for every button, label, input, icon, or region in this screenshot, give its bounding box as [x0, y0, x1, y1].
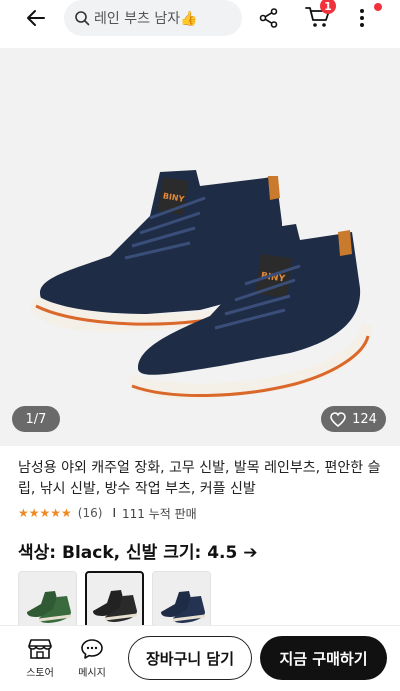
product-image-gallery[interactable]: BINY BINY: [0, 48, 400, 446]
top-bar: 레인 부츠 남자👍 1: [0, 0, 400, 42]
star-rating: ★★★★★: [18, 506, 72, 520]
buy-now-button[interactable]: 지금 구매하기: [260, 636, 387, 680]
like-count: 124: [352, 411, 377, 427]
search-icon: [75, 11, 90, 26]
store-tab[interactable]: 스토어: [18, 638, 62, 679]
separator: I: [112, 506, 116, 520]
review-count: (16): [77, 506, 103, 520]
image-counter: 1/7: [12, 406, 60, 432]
selected-option[interactable]: 색상: Black, 신발 크기: 4.5 ➔: [18, 538, 258, 563]
sold-count: 111 누적 판매: [121, 506, 197, 521]
variant-thumb-green[interactable]: [18, 571, 77, 630]
message-label: 메시지: [78, 668, 106, 679]
variant-thumbnails: [18, 571, 211, 630]
store-label: 스토어: [26, 668, 54, 679]
rating-row[interactable]: ★★★★★ (16) I 111 누적 판매: [18, 504, 197, 522]
variant-thumb-navy[interactable]: [152, 571, 211, 630]
heart-icon: [330, 411, 346, 427]
share-icon[interactable]: [254, 4, 284, 32]
back-arrow-icon[interactable]: [18, 4, 54, 32]
search-bar[interactable]: 레인 부츠 남자👍: [64, 0, 242, 36]
message-tab[interactable]: 메시지: [70, 638, 114, 679]
like-button[interactable]: 124: [321, 406, 386, 432]
add-to-cart-button[interactable]: 장바구니 담기: [128, 636, 252, 680]
notification-dot: [374, 3, 382, 11]
bottom-action-bar: 스토어 메시지 장바구니 담기 지금 구매하기: [0, 625, 400, 691]
message-icon: [81, 639, 103, 659]
product-title: 남성용 야외 캐주얼 장화, 고무 신발, 발목 레인부츠, 편안한 슬립, 낚…: [18, 460, 381, 497]
search-query: 레인 부츠 남자👍: [94, 11, 198, 27]
variant-thumb-black[interactable]: [85, 571, 144, 630]
rain-boots-image: BINY BINY: [30, 170, 372, 400]
more-options-icon[interactable]: [350, 4, 374, 32]
store-icon: [28, 639, 52, 659]
